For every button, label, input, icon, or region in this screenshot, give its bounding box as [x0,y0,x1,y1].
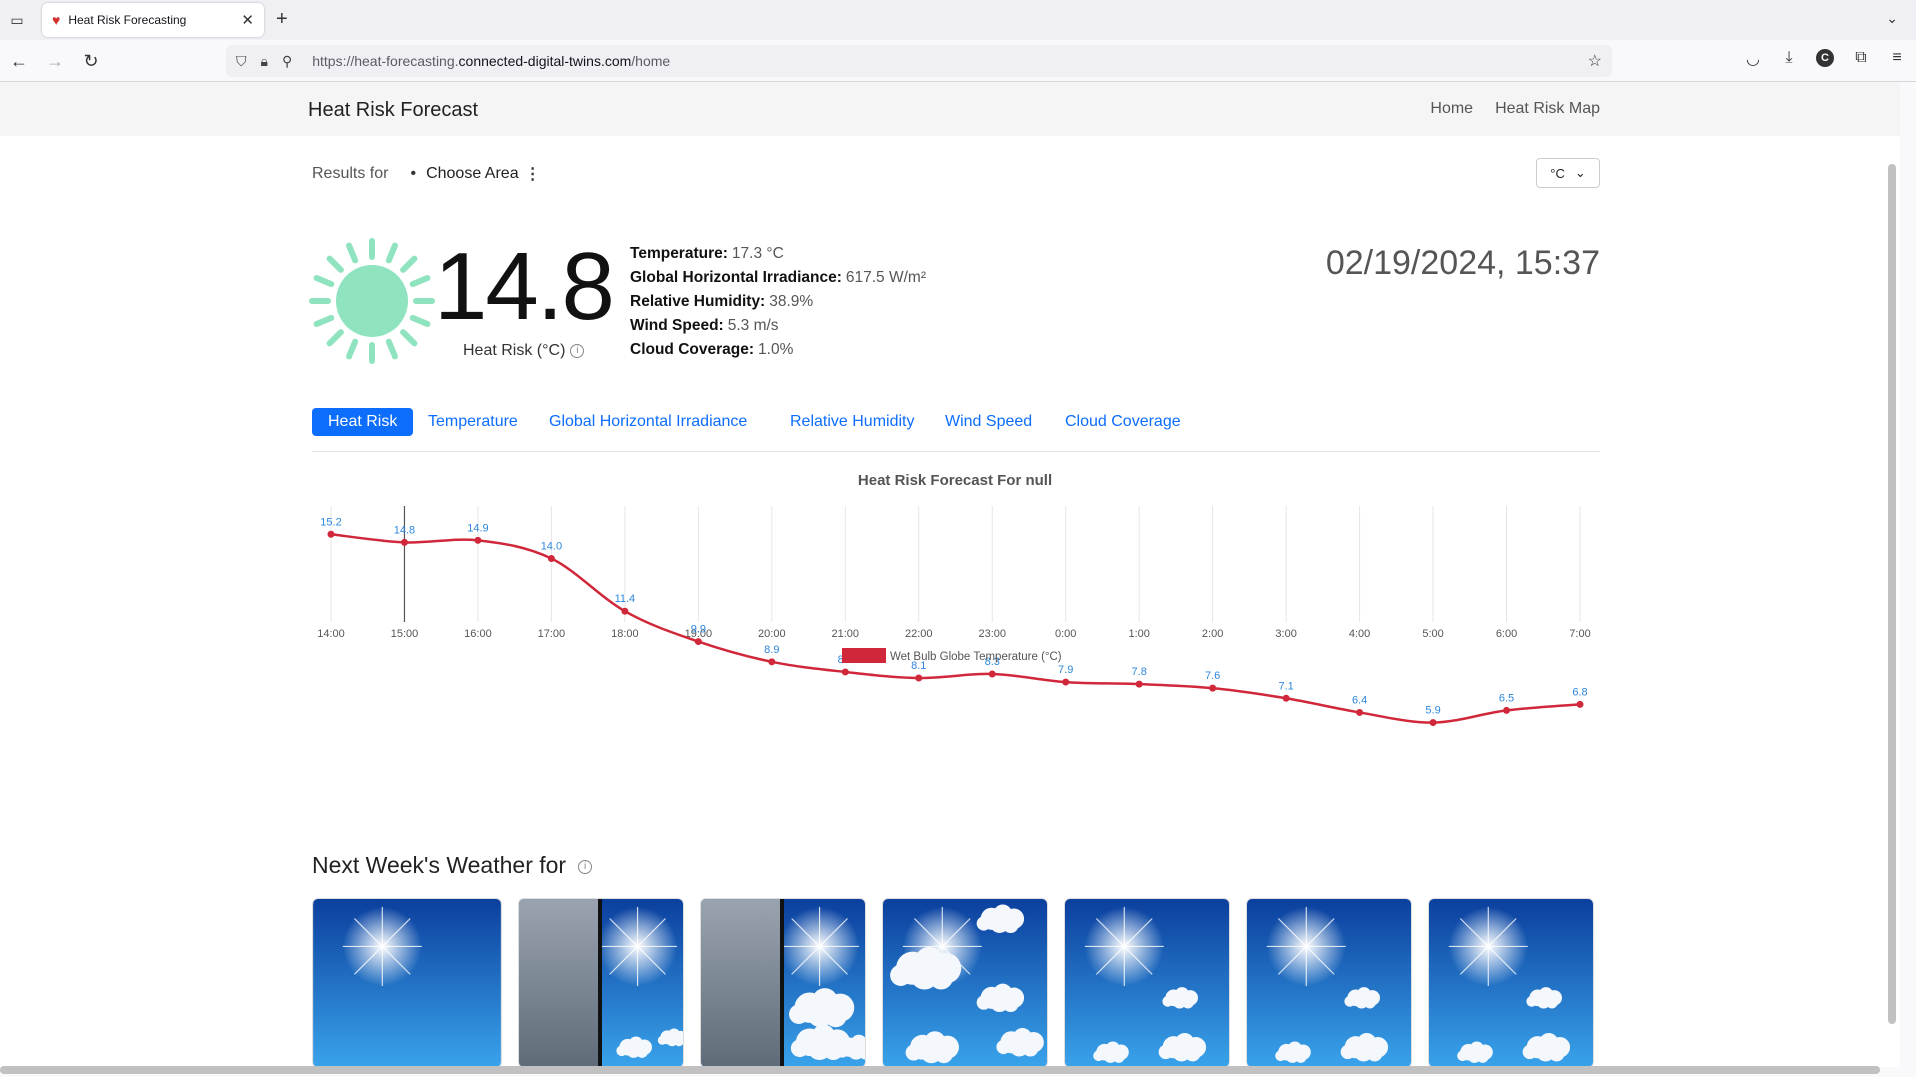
overcast-panel [519,899,599,1067]
permissions-icon[interactable]: ⚲ [282,53,292,70]
x-tick-label: 21:00 [832,628,860,640]
data-point[interactable] [988,670,996,678]
data-label: 7.6 [1205,670,1220,682]
data-point[interactable] [1576,700,1584,708]
data-point[interactable] [327,530,335,538]
tab-title: Heat Risk Forecasting [68,13,187,27]
weather-card-sunny-few-clouds[interactable] [1064,898,1230,1067]
x-tick-label: 4:00 [1349,628,1370,640]
legend-swatch[interactable] [842,648,886,663]
close-tab-icon[interactable]: ✕ [241,11,254,29]
data-point[interactable] [1135,680,1143,688]
x-tick-label: 6:00 [1496,628,1517,640]
heat-risk-chart[interactable]: Heat Risk Forecast For null 14:00 15:00 16:… [0,82,1900,822]
x-tick-label: 20:00 [758,628,786,640]
data-label: 14.8 [394,524,415,536]
data-label: 6.5 [1499,692,1514,704]
data-point[interactable] [1209,684,1217,692]
data-point[interactable] [915,674,923,682]
data-label: 15.2 [320,516,341,528]
data-point[interactable] [1503,706,1511,714]
data-label: 14.9 [467,522,488,534]
data-point[interactable] [768,658,776,666]
weather-card-sunny-few-clouds[interactable] [1246,898,1412,1067]
chart-title: Heat Risk Forecast For null [858,472,1052,489]
account-icon[interactable]: C [1816,49,1834,67]
lock-icon[interactable]: 🔒︎ [261,53,268,70]
toolbar-icons: ◡ ⤓ C ⧉ ≡ [1744,49,1906,69]
bookmark-star-icon[interactable]: ☆ [1588,51,1602,71]
data-point[interactable] [1429,719,1437,727]
chevron-down-icon[interactable]: ⌄ [1886,10,1898,27]
weather-card-mixed-cloudy[interactable] [700,898,866,1067]
data-label: 6.8 [1572,686,1587,698]
data-point[interactable] [1356,708,1364,716]
data-label: 11.4 [615,593,636,605]
weather-cards [312,898,1594,1067]
data-point[interactable] [621,607,629,615]
data-point[interactable] [474,536,482,544]
x-tick-label: 23:00 [978,628,1006,640]
weather-card-partly-cloudy[interactable] [882,898,1048,1067]
data-point[interactable] [841,668,849,676]
url-bar[interactable]: ⛉ 🔒︎ ⚲ https://heat-forecasting.connecte… [226,45,1612,77]
data-label: 8.9 [764,644,779,656]
back-icon[interactable]: ← [8,50,30,72]
x-tick-label: 22:00 [905,628,933,640]
data-point[interactable] [1062,678,1070,686]
page-content: Heat Risk Forecast Home Heat Risk Map Re… [0,82,1900,1067]
x-tick-label: 1:00 [1128,628,1149,640]
new-tab-icon[interactable]: + [276,8,288,31]
divider [780,899,784,1067]
data-point[interactable] [694,638,702,646]
legend-label[interactable]: Wet Bulb Globe Temperature (°C) [890,651,1062,663]
x-tick-label: 18:00 [611,628,639,640]
browser-tab-bar: ▭ ♥ Heat Risk Forecasting ✕ + ⌄ [0,0,1916,40]
browser-tab[interactable]: ♥ Heat Risk Forecasting ✕ [42,3,264,37]
data-label: 7.9 [1058,664,1073,676]
vertical-scrollbar[interactable] [1888,164,1896,1024]
overcast-panel [701,899,781,1067]
data-label: 5.9 [1425,705,1440,717]
x-tick-label: 17:00 [538,628,566,640]
weather-card-sunny[interactable] [312,898,502,1067]
x-tick-label: 7:00 [1569,628,1590,640]
url-text[interactable]: https://heat-forecasting.connected-digit… [312,53,670,69]
weather-card-sunny-few-clouds[interactable] [1428,898,1594,1067]
heart-icon: ♥ [52,12,61,28]
data-point[interactable] [400,538,408,546]
download-icon[interactable]: ⤓ [1780,49,1798,69]
data-label: 14.0 [541,541,562,553]
data-label: 9.9 [691,624,706,636]
weather-card-mixed[interactable] [518,898,684,1067]
shield-icon[interactable]: ⛉ [236,53,247,70]
horizontal-scrollbar[interactable] [0,1066,1880,1074]
data-point[interactable] [1282,694,1290,702]
x-tick-label: 2:00 [1202,628,1223,640]
x-tick-label: 15:00 [391,628,419,640]
x-tick-label: 14:00 [317,628,345,640]
info-icon[interactable]: i [578,859,593,874]
data-label: 7.1 [1278,680,1293,692]
data-point[interactable] [547,555,555,563]
data-label: 7.8 [1132,666,1147,678]
next-week-heading: Next Week's Weather for i [312,852,593,879]
series-line [330,533,1581,724]
data-label: 6.4 [1352,694,1367,706]
menu-icon[interactable]: ≡ [1888,49,1906,69]
pocket-icon[interactable]: ◡ [1744,49,1762,69]
browser-nav-bar: ← → ↻ ⛉ 🔒︎ ⚲ https://heat-forecasting.co… [0,40,1916,82]
divider [598,899,602,1067]
extensions-icon[interactable]: ⧉ [1852,49,1870,69]
x-tick-label: 3:00 [1275,628,1296,640]
forward-icon[interactable]: → [44,50,66,72]
x-tick-label: 5:00 [1422,628,1443,640]
reload-icon[interactable]: ↻ [80,50,102,72]
tab-list-icon[interactable]: ▭ [6,9,28,31]
x-tick-label: 16:00 [464,628,492,640]
x-tick-label: 0:00 [1055,628,1076,640]
